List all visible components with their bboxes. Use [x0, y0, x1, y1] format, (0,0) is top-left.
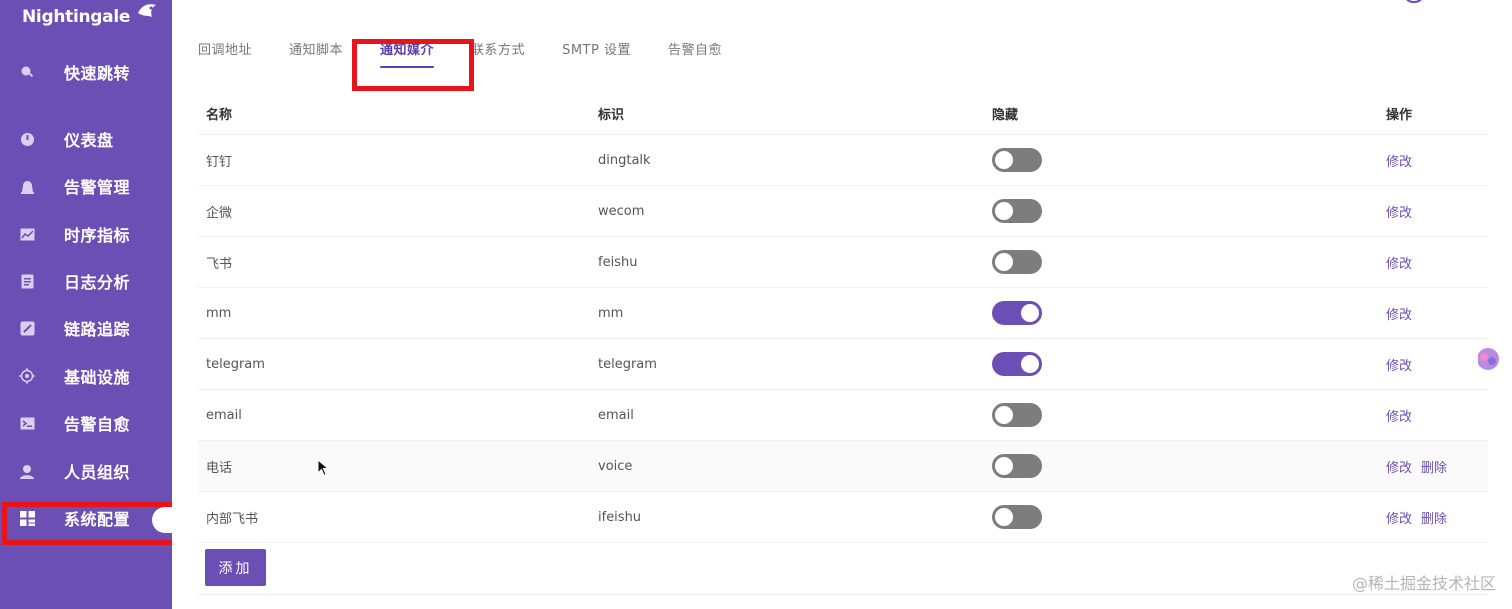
hidden-toggle[interactable] [992, 250, 1042, 274]
table-row: 内部飞书 ifeishu 修改 删除 [198, 492, 1488, 543]
table-row: 电话 voice 修改 删除 [198, 441, 1488, 492]
sidebar-item-logs[interactable]: 日志分析 [0, 261, 172, 301]
user-menu-icon[interactable] [1402, 0, 1426, 4]
edit-link[interactable]: 修改 [1386, 406, 1412, 425]
header-hidden: 隐藏 [992, 107, 1019, 123]
cell-name: mm [206, 305, 232, 321]
sidebar-item-alarm[interactable]: 告警管理 [0, 166, 172, 206]
cell-name: 飞书 [206, 256, 233, 272]
sidebar-item-tracing[interactable]: 链路追踪 [0, 308, 172, 348]
sidebar-item-label: 快速跳转 [64, 64, 131, 83]
app-logo[interactable]: Nightingale [22, 2, 158, 32]
table-row: 企微 wecom 修改 [198, 186, 1488, 237]
table-row: email email 修改 [198, 390, 1488, 441]
sidebar-item-label: 人员组织 [64, 463, 131, 482]
tab-self-healing[interactable]: 告警自愈 [668, 34, 722, 68]
line-chart-icon [19, 226, 35, 242]
cell-name: 电话 [206, 460, 233, 476]
table-row: telegram telegram 修改 [198, 339, 1488, 390]
edit-link[interactable]: 修改 [1386, 457, 1412, 476]
delete-link[interactable]: 删除 [1421, 457, 1447, 476]
cell-name: email [206, 407, 242, 423]
cell-ident: feishu [598, 254, 638, 270]
app-name: Nightingale [22, 7, 131, 27]
divider [198, 594, 1488, 595]
hidden-toggle[interactable] [992, 505, 1042, 529]
tab-smtp-settings[interactable]: SMTP 设置 [562, 34, 631, 68]
table-row: mm mm 修改 [198, 288, 1488, 339]
table-row: 钉钉 dingtalk 修改 [198, 135, 1488, 186]
sidebar-item-label: 告警管理 [64, 178, 131, 197]
floating-assistant-icon[interactable] [1474, 344, 1502, 374]
cell-ident: ifeishu [598, 509, 642, 525]
sidebar-item-quick-jump[interactable]: 快速跳转 [0, 52, 172, 92]
dashboard-icon [19, 131, 35, 147]
edit-link[interactable]: 修改 [1386, 202, 1412, 221]
cell-name: 内部飞书 [206, 511, 259, 527]
hidden-toggle[interactable] [992, 301, 1042, 325]
user-icon [19, 463, 35, 479]
edit-link[interactable]: 修改 [1386, 508, 1412, 527]
tab-callback-url[interactable]: 回调地址 [198, 34, 252, 68]
sidebar-item-people[interactable]: 人员组织 [0, 451, 172, 491]
cell-ident: email [598, 407, 634, 423]
trace-icon [19, 320, 35, 336]
highlight-box-notify-media-tab [352, 39, 474, 91]
delete-link[interactable]: 删除 [1421, 508, 1447, 527]
bird-logo-icon [138, 4, 157, 17]
watermark: @稀土掘金技术社区 [1351, 574, 1496, 593]
hidden-toggle[interactable] [992, 403, 1042, 427]
add-button[interactable]: 添加 [205, 549, 266, 586]
tab-notify-script[interactable]: 通知脚本 [289, 34, 343, 68]
tab-bar: 回调地址 通知脚本 通知媒介 联系方式 SMTP 设置 告警自愈 [198, 34, 759, 78]
edit-link[interactable]: 修改 [1386, 253, 1412, 272]
cell-name: telegram [206, 356, 265, 372]
edit-link[interactable]: 修改 [1386, 304, 1412, 323]
cell-ident: wecom [598, 203, 645, 219]
alarm-icon [19, 178, 35, 194]
sidebar-item-self-healing[interactable]: 告警自愈 [0, 403, 172, 443]
sidebar-item-infrastructure[interactable]: 基础设施 [0, 356, 172, 396]
edit-link[interactable]: 修改 [1386, 151, 1412, 170]
cell-name: 企微 [206, 205, 233, 221]
sidebar-item-metrics[interactable]: 时序指标 [0, 214, 172, 254]
sidebar-item-label: 链路追踪 [64, 320, 131, 339]
sidebar-item-dashboard[interactable]: 仪表盘 [0, 119, 172, 159]
sidebar-item-label: 告警自愈 [64, 415, 131, 434]
hidden-toggle[interactable] [992, 352, 1042, 376]
header-ident: 标识 [598, 107, 625, 123]
tab-contacts[interactable]: 联系方式 [471, 34, 525, 68]
table-header: 名称 标识 隐藏 操作 [198, 92, 1488, 135]
table-row: 飞书 feishu 修改 [198, 237, 1488, 288]
hidden-toggle[interactable] [992, 454, 1042, 478]
mouse-cursor-icon [317, 459, 329, 477]
edit-link[interactable]: 修改 [1386, 355, 1412, 374]
sidebar-item-label: 仪表盘 [64, 131, 114, 150]
sidebar-item-label: 时序指标 [64, 226, 131, 245]
notify-media-table: 名称 标识 隐藏 操作 钉钉 dingtalk 修改 企微 wecom 修改 飞… [198, 92, 1488, 543]
hidden-toggle[interactable] [992, 199, 1042, 223]
cell-ident: mm [598, 305, 624, 321]
sidebar-item-label: 日志分析 [64, 273, 131, 292]
sidebar-item-label: 基础设施 [64, 368, 131, 387]
terminal-icon [19, 415, 35, 431]
log-icon [19, 273, 35, 289]
infrastructure-icon [19, 368, 35, 384]
highlight-box-system-config [2, 502, 183, 545]
main-content: 回调地址 通知脚本 通知媒介 联系方式 SMTP 设置 告警自愈 名称 标识 隐… [172, 0, 1512, 609]
header-actions: 操作 [1386, 107, 1413, 123]
search-icon [19, 64, 35, 80]
hidden-toggle[interactable] [992, 148, 1042, 172]
cell-ident: voice [598, 458, 633, 474]
cell-name: 钉钉 [206, 154, 233, 170]
cell-ident: dingtalk [598, 152, 651, 168]
header-name: 名称 [206, 107, 233, 123]
cell-ident: telegram [598, 356, 657, 372]
